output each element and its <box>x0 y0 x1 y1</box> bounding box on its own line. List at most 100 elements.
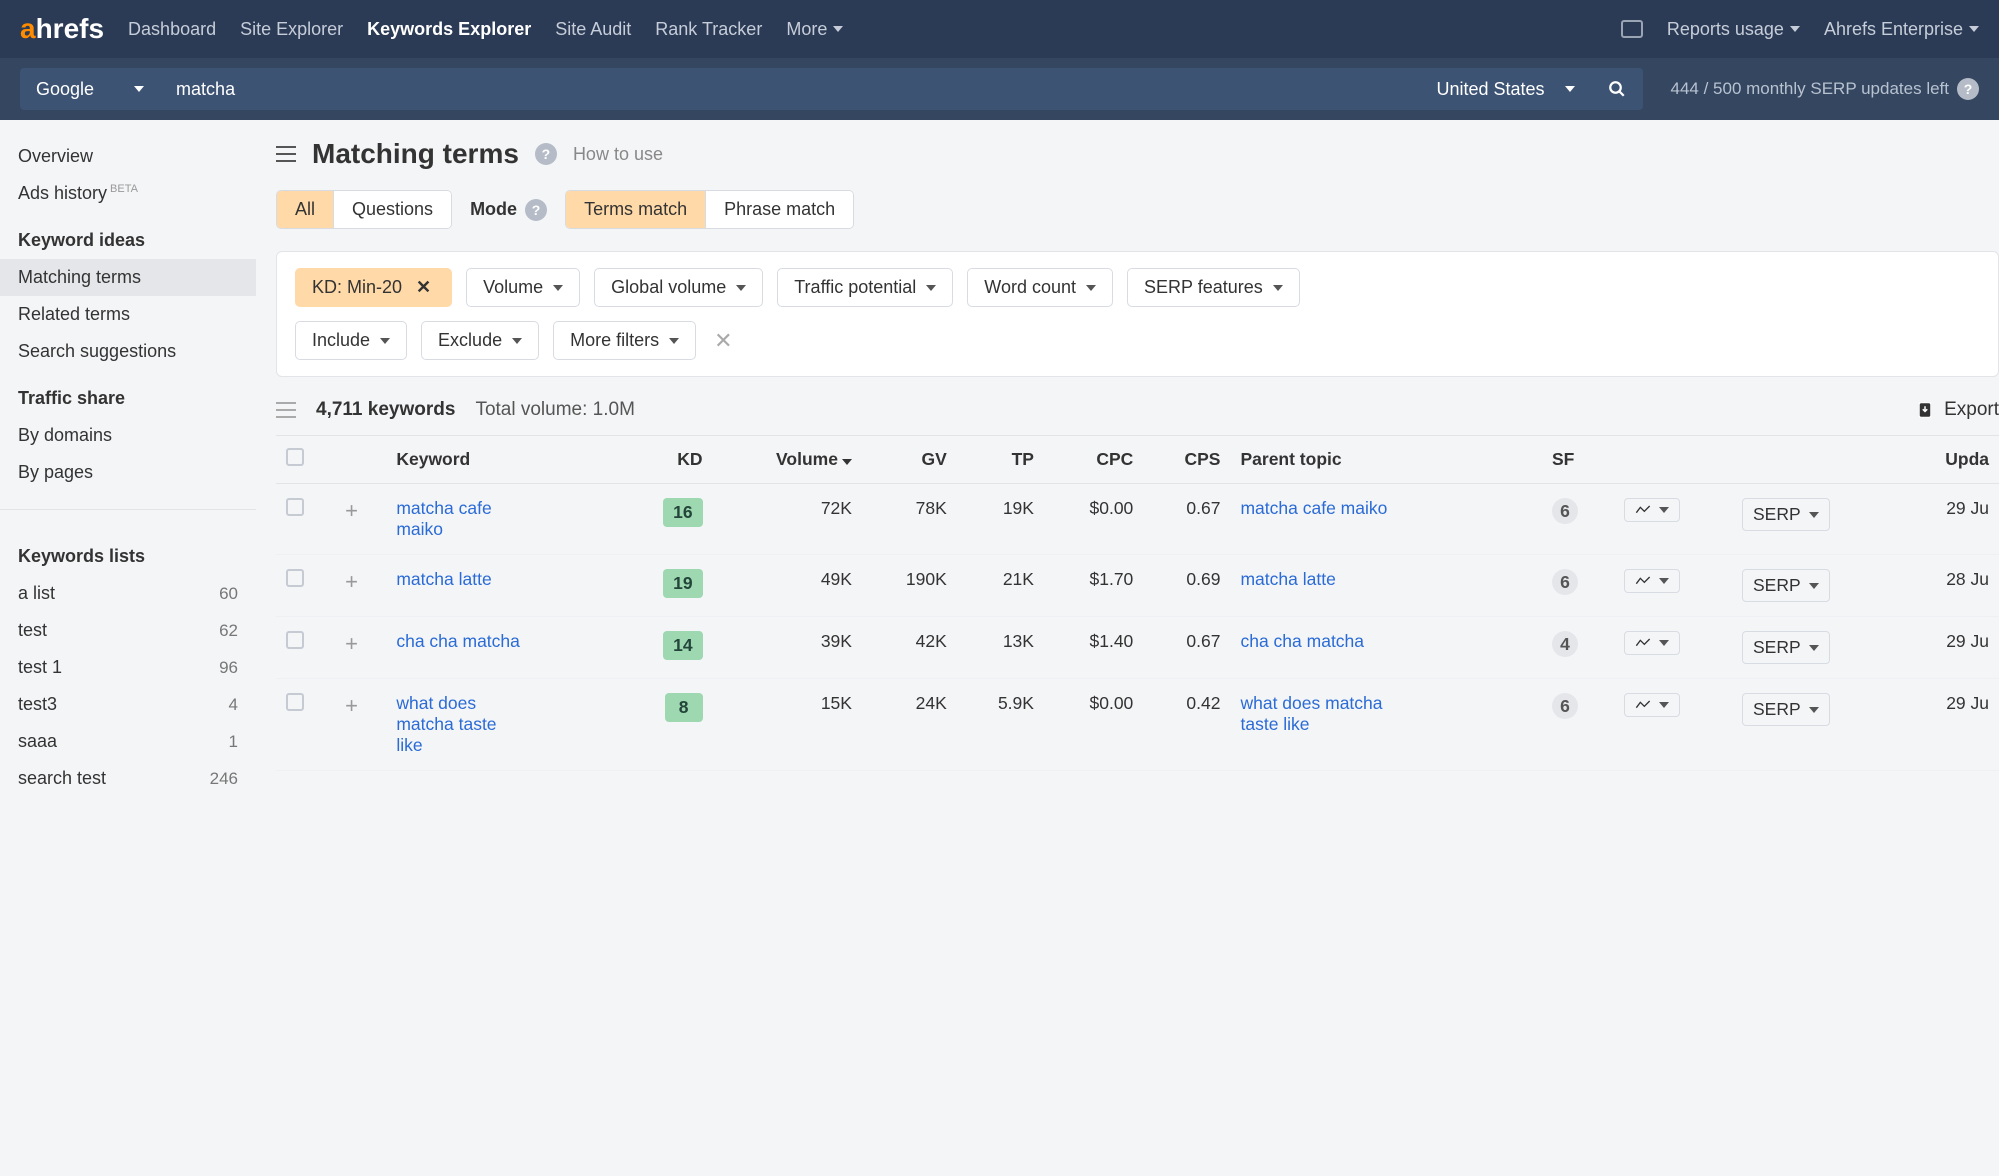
tab-phrase-match[interactable]: Phrase match <box>706 191 853 228</box>
serp-button[interactable]: SERP <box>1742 693 1830 726</box>
sf-badge[interactable]: 4 <box>1552 631 1578 657</box>
sidebar-item-by-pages[interactable]: By pages <box>0 454 256 491</box>
sidebar-list-item[interactable]: saaa1 <box>0 723 256 760</box>
column-header[interactable]: CPC <box>1044 436 1143 484</box>
select-all-checkbox[interactable] <box>286 448 304 466</box>
column-header[interactable]: Volume <box>713 436 862 484</box>
keyword-link[interactable]: matcha latte <box>396 569 491 590</box>
parent-topic-link[interactable]: cha cha matcha <box>1240 631 1364 652</box>
logo[interactable]: ahrefs <box>20 13 104 45</box>
filter-serp-features[interactable]: SERP features <box>1127 268 1300 307</box>
nav-item-site-explorer[interactable]: Site Explorer <box>240 19 343 40</box>
nav-item-rank-tracker[interactable]: Rank Tracker <box>655 19 762 40</box>
row-checkbox[interactable] <box>286 569 304 587</box>
column-header[interactable]: SF <box>1542 436 1614 484</box>
sidebar-item-overview[interactable]: Overview <box>0 138 256 175</box>
cell-cps: 0.69 <box>1143 555 1230 617</box>
parent-topic-link[interactable]: what does matcha taste like <box>1240 693 1420 735</box>
filter-include[interactable]: Include <box>295 321 407 360</box>
keyword-link[interactable]: matcha cafe maiko <box>396 498 526 540</box>
keyword-link[interactable]: cha cha matcha <box>396 631 520 652</box>
cell-cpc: $1.40 <box>1044 617 1143 679</box>
list-options-icon[interactable] <box>276 402 296 418</box>
nav-item-keywords-explorer[interactable]: Keywords Explorer <box>367 19 531 40</box>
serp-button[interactable]: SERP <box>1742 498 1830 531</box>
column-header[interactable]: KD <box>620 436 713 484</box>
expand-icon[interactable]: + <box>345 693 358 718</box>
sidebar-item-related-terms[interactable]: Related terms <box>0 296 256 333</box>
filter-more-filters[interactable]: More filters <box>553 321 696 360</box>
column-header[interactable]: TP <box>957 436 1044 484</box>
column-header[interactable]: Parent topic <box>1230 436 1541 484</box>
tab-all[interactable]: All <box>277 191 334 228</box>
column-header[interactable]: CPS <box>1143 436 1230 484</box>
filter-word-count[interactable]: Word count <box>967 268 1113 307</box>
expand-icon[interactable]: + <box>345 569 358 594</box>
search-button[interactable] <box>1591 68 1643 110</box>
trend-button[interactable] <box>1624 693 1680 717</box>
nav-item-dashboard[interactable]: Dashboard <box>128 19 216 40</box>
column-header <box>1614 436 1732 484</box>
sidebar-list-item[interactable]: test34 <box>0 686 256 723</box>
column-header[interactable]: Upda <box>1900 436 1999 484</box>
trend-button[interactable] <box>1624 569 1680 593</box>
export-button[interactable]: Export <box>1916 399 1999 421</box>
filter-traffic-potential[interactable]: Traffic potential <box>777 268 953 307</box>
sf-badge[interactable]: 6 <box>1552 569 1578 595</box>
sidebar-list-item[interactable]: test 196 <box>0 649 256 686</box>
trend-icon <box>1635 575 1651 587</box>
trend-button[interactable] <box>1624 631 1680 655</box>
sidebar-list-item[interactable]: test62 <box>0 612 256 649</box>
filter-volume[interactable]: Volume <box>466 268 580 307</box>
list-count: 4 <box>229 695 238 715</box>
keyword-link[interactable]: what does matcha taste like <box>396 693 526 756</box>
expand-icon[interactable]: + <box>345 498 358 523</box>
column-header[interactable]: GV <box>862 436 957 484</box>
row-checkbox[interactable] <box>286 631 304 649</box>
nav-item-site-audit[interactable]: Site Audit <box>555 19 631 40</box>
reports-usage-dropdown[interactable]: Reports usage <box>1667 19 1800 40</box>
keyword-input[interactable] <box>160 68 1420 110</box>
row-checkbox[interactable] <box>286 498 304 516</box>
chevron-down-icon <box>833 26 843 32</box>
nav-item-more[interactable]: More <box>786 19 843 40</box>
filter-label: Global volume <box>611 277 726 298</box>
trend-button[interactable] <box>1624 498 1680 522</box>
filter-chip-kd-active[interactable]: KD: Min-20✕ <box>295 268 452 307</box>
sidebar-item-ads-history[interactable]: Ads historyBETA <box>0 175 256 212</box>
chevron-down-icon <box>553 285 563 291</box>
help-icon[interactable]: ? <box>1957 78 1979 100</box>
close-icon[interactable]: ✕ <box>412 277 435 298</box>
column-header[interactable]: Keyword <box>386 436 620 484</box>
list-count: 60 <box>219 584 238 604</box>
serp-button[interactable]: SERP <box>1742 569 1830 602</box>
country-select[interactable]: United States <box>1420 68 1590 110</box>
search-engine-select[interactable]: Google <box>20 68 160 110</box>
help-icon[interactable]: ? <box>525 199 547 221</box>
help-icon[interactable]: ? <box>535 143 557 165</box>
expand-icon[interactable]: + <box>345 631 358 656</box>
tab-terms-match[interactable]: Terms match <box>566 191 706 228</box>
export-label: Export <box>1944 399 1999 421</box>
filter-global-volume[interactable]: Global volume <box>594 268 763 307</box>
tab-questions[interactable]: Questions <box>334 191 451 228</box>
account-dropdown[interactable]: Ahrefs Enterprise <box>1824 19 1979 40</box>
parent-topic-link[interactable]: matcha latte <box>1240 569 1335 590</box>
sidebar-item-matching-terms[interactable]: Matching terms <box>0 259 256 296</box>
sidebar-list-item[interactable]: search test246 <box>0 760 256 797</box>
cell-tp: 19K <box>957 484 1044 555</box>
filter-exclude[interactable]: Exclude <box>421 321 539 360</box>
clear-filters-icon[interactable]: ✕ <box>710 328 736 354</box>
sf-badge[interactable]: 6 <box>1552 693 1578 719</box>
sidebar-list-item[interactable]: a list60 <box>0 575 256 612</box>
display-icon[interactable] <box>1621 20 1643 38</box>
sidebar-item-by-domains[interactable]: By domains <box>0 417 256 454</box>
menu-icon[interactable] <box>276 146 296 162</box>
how-to-use-link[interactable]: How to use <box>573 144 663 165</box>
parent-topic-link[interactable]: matcha cafe maiko <box>1240 498 1387 519</box>
sidebar-item-search-suggestions[interactable]: Search suggestions <box>0 333 256 370</box>
main-content: Matching terms ? How to use AllQuestions… <box>256 120 1999 815</box>
sf-badge[interactable]: 6 <box>1552 498 1578 524</box>
row-checkbox[interactable] <box>286 693 304 711</box>
serp-button[interactable]: SERP <box>1742 631 1830 664</box>
